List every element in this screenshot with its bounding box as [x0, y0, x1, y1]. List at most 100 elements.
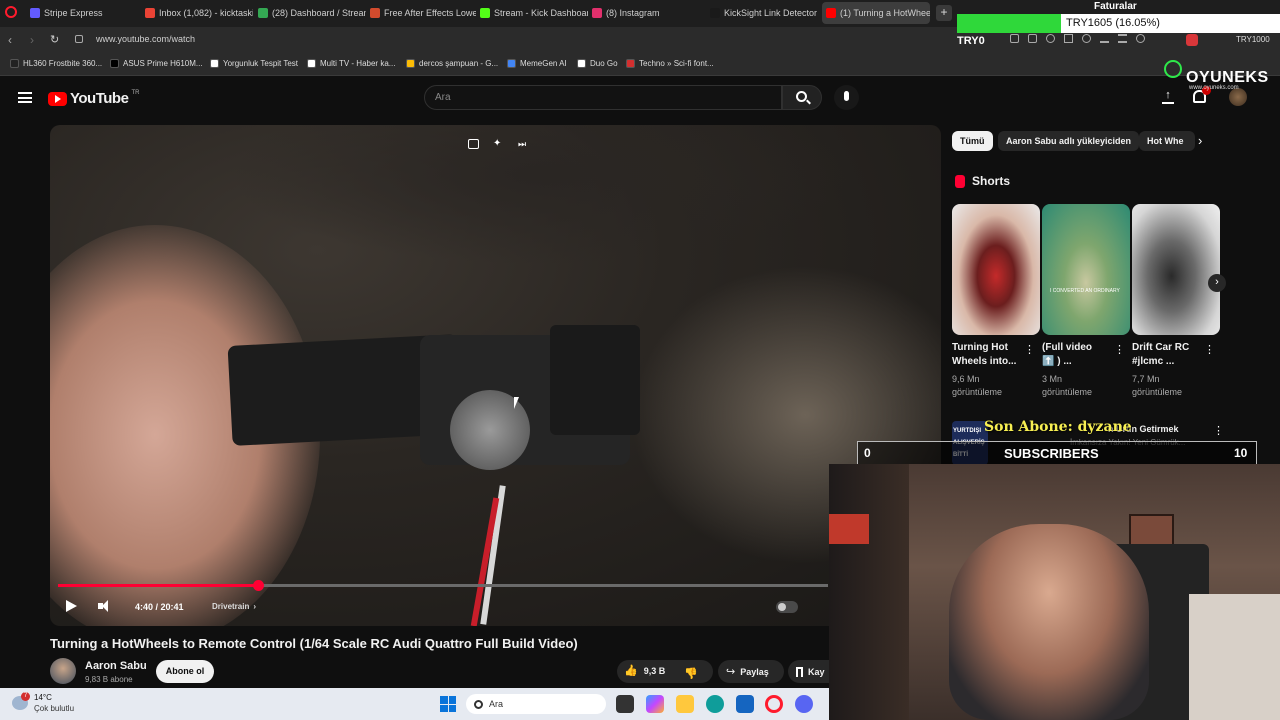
adblock-icon[interactable]	[1186, 34, 1198, 46]
search-button[interactable]	[782, 85, 822, 110]
filter-chip[interactable]: Aaron Sabu adlı yükleyiciden	[998, 131, 1140, 151]
taskbar-search[interactable]: Ara	[466, 694, 606, 714]
filter-chip[interactable]: Hot Whe	[1139, 131, 1195, 151]
account-icon[interactable]	[1136, 34, 1145, 43]
bookmark-item[interactable]: Yorgunluk Tespit Test	[210, 59, 298, 68]
new-tab-button[interactable]: +	[936, 5, 952, 21]
try-progress-fill	[957, 14, 1061, 33]
video-player[interactable]: ✦ ⏭	[50, 125, 941, 626]
chapter-button[interactable]: Drivetrain ›	[212, 602, 256, 611]
bookmark-favicon-icon	[10, 59, 19, 68]
tab-label: (28) Dashboard / Streamla	[272, 8, 366, 18]
tab-label: Stream - Kick Dashboard	[494, 8, 588, 18]
filter-chip[interactable]: Tümü	[952, 131, 993, 151]
shield-icon[interactable]	[1046, 34, 1055, 43]
voice-search-button[interactable]	[834, 85, 859, 110]
search-input[interactable]: Ara	[424, 85, 782, 110]
skip-icon[interactable]: ⏭	[518, 139, 529, 150]
shorts-next-button[interactable]: ›	[1208, 274, 1226, 292]
download-icon[interactable]	[1100, 34, 1109, 43]
chip-scroll-right-icon[interactable]: ›	[1198, 133, 1202, 148]
bookmark-label: dercos şampuan - G...	[419, 59, 499, 68]
short-info[interactable]: Drift Car RC #jlcmc ... 7,7 Mn görüntüleme ⋮	[1132, 341, 1218, 399]
bookmark-item[interactable]: Duo Go	[577, 59, 618, 68]
browser-tab[interactable]: Inbox (1,082) - kicktaskine	[145, 2, 253, 24]
hamburger-menu-icon[interactable]	[18, 92, 32, 103]
heart-icon[interactable]	[1082, 34, 1091, 43]
autoplay-toggle[interactable]	[776, 601, 798, 613]
share-button[interactable]: ↪ Paylaş	[718, 660, 784, 683]
save-button[interactable]: Kay	[788, 660, 829, 683]
browser-tab[interactable]: Stream - Kick Dashboard	[480, 2, 588, 24]
channel-name[interactable]: Aaron Sabu	[85, 660, 147, 672]
more-options-icon[interactable]: ⋮	[1213, 424, 1224, 437]
miniplayer-icon[interactable]	[468, 139, 479, 149]
bookmark-icon	[796, 666, 803, 677]
subscribe-button[interactable]: Abone ol	[156, 660, 214, 683]
menu-icon[interactable]	[1118, 34, 1127, 43]
short-views: 7,7 Mn	[1132, 374, 1160, 384]
bookmark-label: Multi TV - Haber ka...	[320, 59, 396, 68]
browser-tab[interactable]: (8) Instagram	[592, 2, 702, 24]
taskview-icon[interactable]	[616, 695, 634, 713]
notification-count-badge: 7	[21, 692, 30, 701]
browser-tab[interactable]: Stripe Express	[30, 2, 140, 24]
extension-toolbar	[1010, 34, 1185, 46]
short-info[interactable]: (Full video ⬆️ ) ... 3 Mn görüntüleme ⋮	[1042, 341, 1128, 399]
file-explorer-icon[interactable]	[676, 695, 694, 713]
youtube-logo[interactable]: YouTube TR	[48, 90, 139, 107]
tab-label: Free After Effects Lower T	[384, 8, 476, 18]
dislike-button[interactable]: 👎	[684, 664, 698, 682]
short-thumbnail[interactable]	[952, 204, 1040, 335]
save-label: Kay	[808, 666, 825, 677]
more-options-icon[interactable]: ⋮	[1024, 343, 1035, 356]
short-thumbnail[interactable]	[1132, 204, 1220, 335]
lock-icon[interactable]	[75, 35, 83, 43]
more-options-icon[interactable]: ⋮	[1114, 343, 1125, 356]
channel-avatar[interactable]	[50, 658, 76, 684]
volume-icon[interactable]	[98, 600, 112, 612]
back-icon[interactable]: ‹	[8, 33, 12, 47]
tab-label: Inbox (1,082) - kicktaskine	[159, 8, 253, 18]
bookmark-item[interactable]: HL360 Frostbite 360...	[10, 59, 102, 68]
url-field[interactable]: www.youtube.com/watch	[96, 34, 195, 44]
opera-icon[interactable]	[765, 695, 783, 713]
camera-icon[interactable]	[1028, 34, 1037, 43]
sparkle-icon[interactable]: ✦	[493, 139, 504, 150]
short-views: 9,6 Mn	[952, 374, 980, 384]
extension-icon[interactable]	[1010, 34, 1019, 43]
opera-logo-icon[interactable]	[5, 6, 17, 18]
browser-tab[interactable]: (1) Turning a HotWheels t	[822, 2, 930, 24]
bookmark-item[interactable]: MemeGen AI	[507, 59, 567, 68]
video-title: Turning a HotWheels to Remote Control (1…	[50, 636, 578, 651]
bookmark-favicon-icon	[577, 59, 586, 68]
short-info[interactable]: Turning Hot Wheels into... 9,6 Mn görüntüle…	[952, 341, 1038, 399]
short-overlay-text: I CONVERTED AN ORDINARY	[1050, 288, 1120, 294]
taskbar-search-placeholder: Ara	[489, 699, 504, 709]
extension-label[interactable]: TRY1000	[1236, 35, 1270, 44]
thumbs-up-icon: 👍	[624, 665, 638, 677]
like-button[interactable]: 👍 9,3 B	[624, 664, 665, 677]
share-icon: ↪	[726, 666, 736, 678]
windows-start-icon[interactable]	[440, 696, 456, 712]
copilot-icon[interactable]	[646, 695, 664, 713]
tab-label: (8) Instagram	[606, 8, 660, 18]
short-thumbnail[interactable]: I CONVERTED AN ORDINARY	[1042, 204, 1130, 335]
play-button[interactable]	[66, 600, 77, 612]
discord-icon[interactable]	[795, 695, 813, 713]
browser-tab[interactable]: (28) Dashboard / Streamla	[258, 2, 366, 24]
upload-icon[interactable]: ↑	[1162, 90, 1174, 104]
store-icon[interactable]	[736, 695, 754, 713]
bookmark-item[interactable]: Multi TV - Haber ka...	[307, 59, 395, 68]
edge-icon[interactable]	[706, 695, 724, 713]
forward-icon[interactable]: ›	[30, 33, 34, 47]
more-options-icon[interactable]: ⋮	[1204, 343, 1215, 356]
browser-tab[interactable]: Free After Effects Lower T	[370, 2, 476, 24]
bookmark-favicon-icon	[626, 59, 635, 68]
bookmark-item[interactable]: ASUS Prime H610M...	[110, 59, 203, 68]
bookmark-item[interactable]: dercos şampuan - G...	[406, 59, 498, 68]
reload-icon[interactable]: ↻	[50, 33, 59, 46]
browser-tab[interactable]: KickSight Link Detector	[710, 2, 818, 24]
play-icon[interactable]	[1064, 34, 1073, 43]
bookmark-item[interactable]: Techno » Sci-fi font...	[626, 59, 714, 68]
